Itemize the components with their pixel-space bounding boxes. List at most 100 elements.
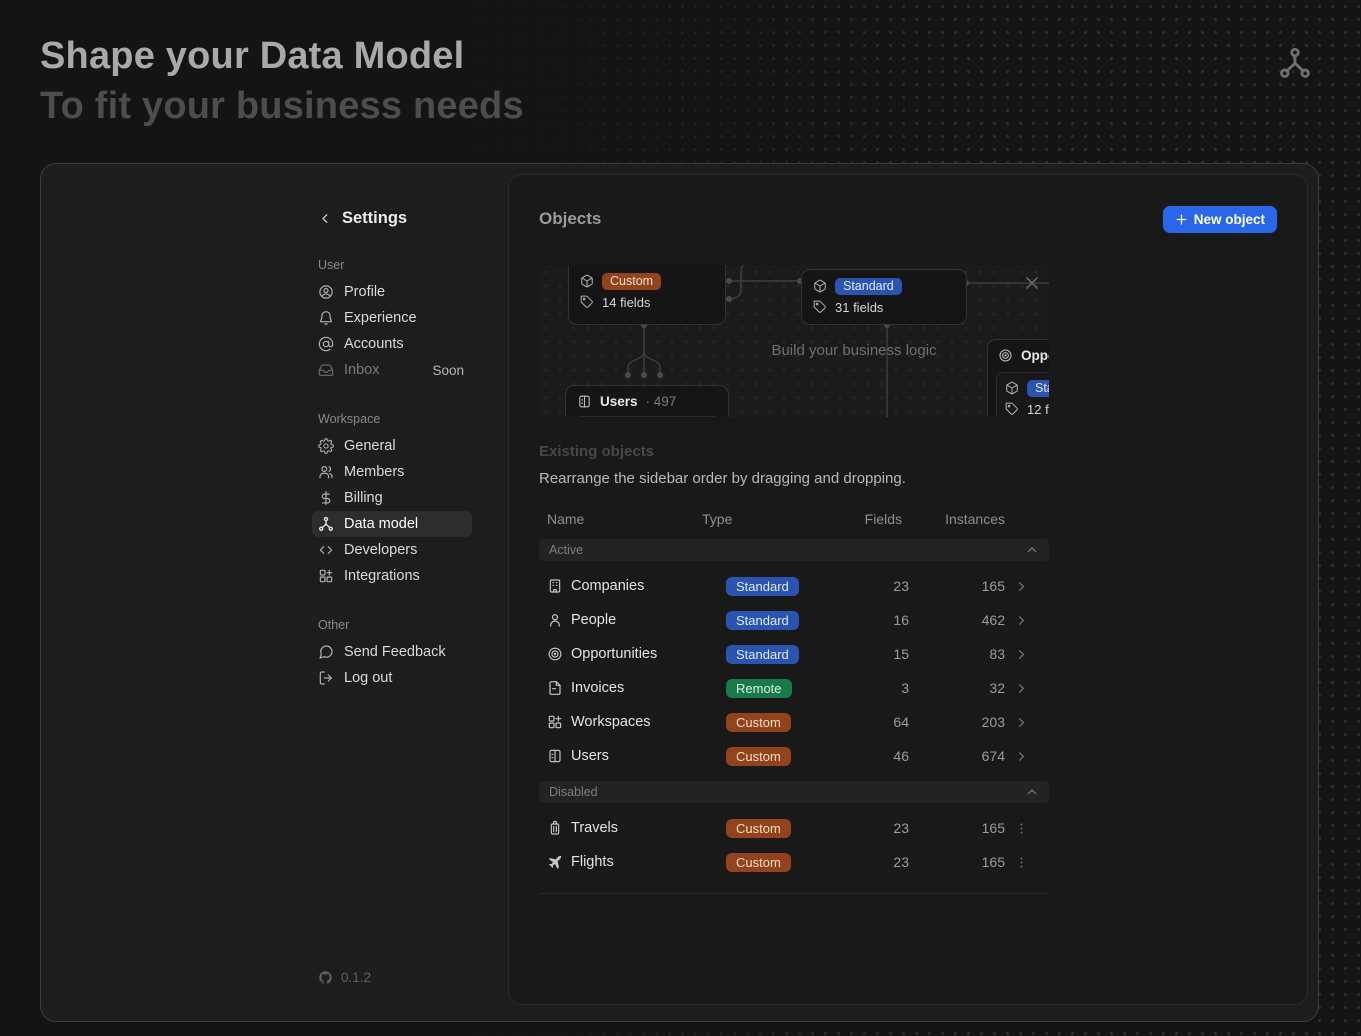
canvas-hint-text: Build your business logic [771, 342, 936, 359]
object-name: Travels [571, 820, 726, 836]
dots-vertical-icon[interactable] [1014, 821, 1029, 836]
canvas-node-opportunities[interactable]: Opportunities Standard 12 fields [987, 339, 1049, 417]
object-name: Opportunities [571, 646, 726, 662]
node-subcard: Standard 12 fields [996, 372, 1049, 417]
instances-count: 165 [982, 820, 1005, 836]
chevron-right-icon[interactable] [1014, 715, 1029, 730]
table-row-invoices[interactable]: Invoices Remote 3 32 [539, 671, 1049, 705]
sidebar-item-send-feedback[interactable]: Send Feedback [312, 639, 472, 665]
tag-icon [1005, 402, 1019, 416]
chat-bubble-icon [318, 644, 334, 660]
sidebar-item-log-out[interactable]: Log out [312, 665, 472, 691]
existing-objects-description: Rearrange the sidebar order by dragging … [539, 470, 1277, 487]
data-model-canvas[interactable]: Custom 14 fields Standard 31 fields [539, 265, 1049, 417]
type-badge: Standard [726, 611, 799, 630]
file-icon [547, 680, 563, 696]
sidebar-item-label: Billing [344, 490, 383, 506]
sidebar-item-label: Inbox [344, 362, 379, 378]
sidebar-item-developers[interactable]: Developers [312, 537, 472, 563]
type-badge: Standard [726, 645, 799, 664]
tag-icon [813, 300, 827, 314]
disconnect-x-icon [1027, 278, 1037, 288]
node-name: Users [600, 394, 638, 409]
canvas-node-users[interactable]: Users · 497 [565, 385, 729, 417]
canvas-node-custom[interactable]: Custom 14 fields [568, 265, 726, 325]
sidebar-item-label: General [344, 438, 396, 454]
type-badge: Remote [726, 679, 792, 698]
canvas-node-standard[interactable]: Standard 31 fields [801, 269, 967, 325]
table-row-flights[interactable]: Flights Custom 23 165 [539, 845, 1049, 879]
chevron-up-icon[interactable] [1025, 785, 1039, 799]
sidebar-item-integrations[interactable]: Integrations [312, 563, 472, 589]
fields-count: 46 [893, 748, 909, 764]
type-badge: Standard [835, 278, 902, 295]
fields-count: 31 fields [835, 300, 883, 315]
node-subcard [574, 416, 720, 417]
logout-icon [318, 670, 334, 686]
instance-count: · 497 [646, 394, 677, 409]
column-fields: Fields [865, 511, 902, 527]
chevron-right-icon[interactable] [1014, 749, 1029, 764]
soon-badge: Soon [432, 363, 464, 378]
table-row-travels[interactable]: Travels Custom 23 165 [539, 811, 1049, 845]
dots-vertical-icon[interactable] [1014, 855, 1029, 870]
type-badge: Custom [726, 819, 791, 838]
sidebar-item-profile[interactable]: Profile [312, 279, 472, 305]
type-badge: Custom [726, 747, 791, 766]
chevron-left-icon [318, 211, 333, 226]
group-header-active[interactable]: Active [539, 539, 1049, 561]
fields-count: 23 [893, 854, 909, 870]
chevron-right-icon[interactable] [1014, 579, 1029, 594]
type-badge: Custom [726, 853, 791, 872]
type-badge: Custom [726, 713, 791, 732]
object-name: Workspaces [571, 714, 726, 730]
sidebar-item-general[interactable]: General [312, 433, 472, 459]
sidebar-item-label: Integrations [344, 568, 420, 584]
sidebar-item-label: Profile [344, 284, 385, 300]
settings-back-header[interactable]: Settings [318, 206, 472, 230]
cube-icon [580, 274, 594, 288]
section-label-other: Other [318, 618, 472, 632]
group-label: Disabled [549, 785, 598, 799]
building-icon [547, 578, 563, 594]
chevron-up-icon[interactable] [1025, 543, 1039, 557]
fields-count: 16 [893, 612, 909, 628]
new-object-button[interactable]: New object [1163, 206, 1277, 233]
sidebar-item-label: Data model [344, 516, 418, 532]
tag-icon [580, 295, 594, 309]
sidebar-item-label: Accounts [344, 336, 404, 352]
table-row-people[interactable]: People Standard 16 462 [539, 603, 1049, 637]
network-logo-icon [1278, 46, 1312, 80]
table-header: Name Type Fields Instances [539, 507, 1049, 531]
sidebar-item-members[interactable]: Members [312, 459, 472, 485]
table-end-divider [539, 893, 1049, 894]
object-name: People [571, 612, 726, 628]
sidebar-item-label: Experience [344, 310, 417, 326]
sidebar-item-accounts[interactable]: Accounts [312, 331, 472, 357]
column-name: Name [547, 511, 702, 527]
table-row-workspaces[interactable]: Workspaces Custom 64 203 [539, 705, 1049, 739]
chevron-right-icon[interactable] [1014, 681, 1029, 696]
sidebar-item-billing[interactable]: Billing [312, 485, 472, 511]
table-row-companies[interactable]: Companies Standard 23 165 [539, 569, 1049, 603]
sidebar-item-label: Members [344, 464, 404, 480]
section-label-user: User [318, 258, 472, 272]
sidebar-item-data-model[interactable]: Data model [312, 511, 472, 537]
users-icon [318, 464, 334, 480]
code-icon [318, 542, 334, 558]
sidebar-item-label: Developers [344, 542, 417, 558]
object-name: Invoices [571, 680, 726, 696]
plus-icon [1175, 213, 1188, 226]
column-type: Type [702, 511, 842, 527]
table-row-opportunities[interactable]: Opportunities Standard 15 83 [539, 637, 1049, 671]
fields-count: 14 fields [602, 295, 650, 310]
grid-plus-icon [547, 714, 563, 730]
type-badge: Standard [1027, 380, 1049, 397]
sidebar-item-experience[interactable]: Experience [312, 305, 472, 331]
app-version[interactable]: 0.1.2 [318, 970, 371, 985]
chevron-right-icon[interactable] [1014, 647, 1029, 662]
chevron-right-icon[interactable] [1014, 613, 1029, 628]
section-label-workspace: Workspace [318, 412, 472, 426]
group-header-disabled[interactable]: Disabled [539, 781, 1049, 803]
table-row-users[interactable]: Users Custom 46 674 [539, 739, 1049, 773]
